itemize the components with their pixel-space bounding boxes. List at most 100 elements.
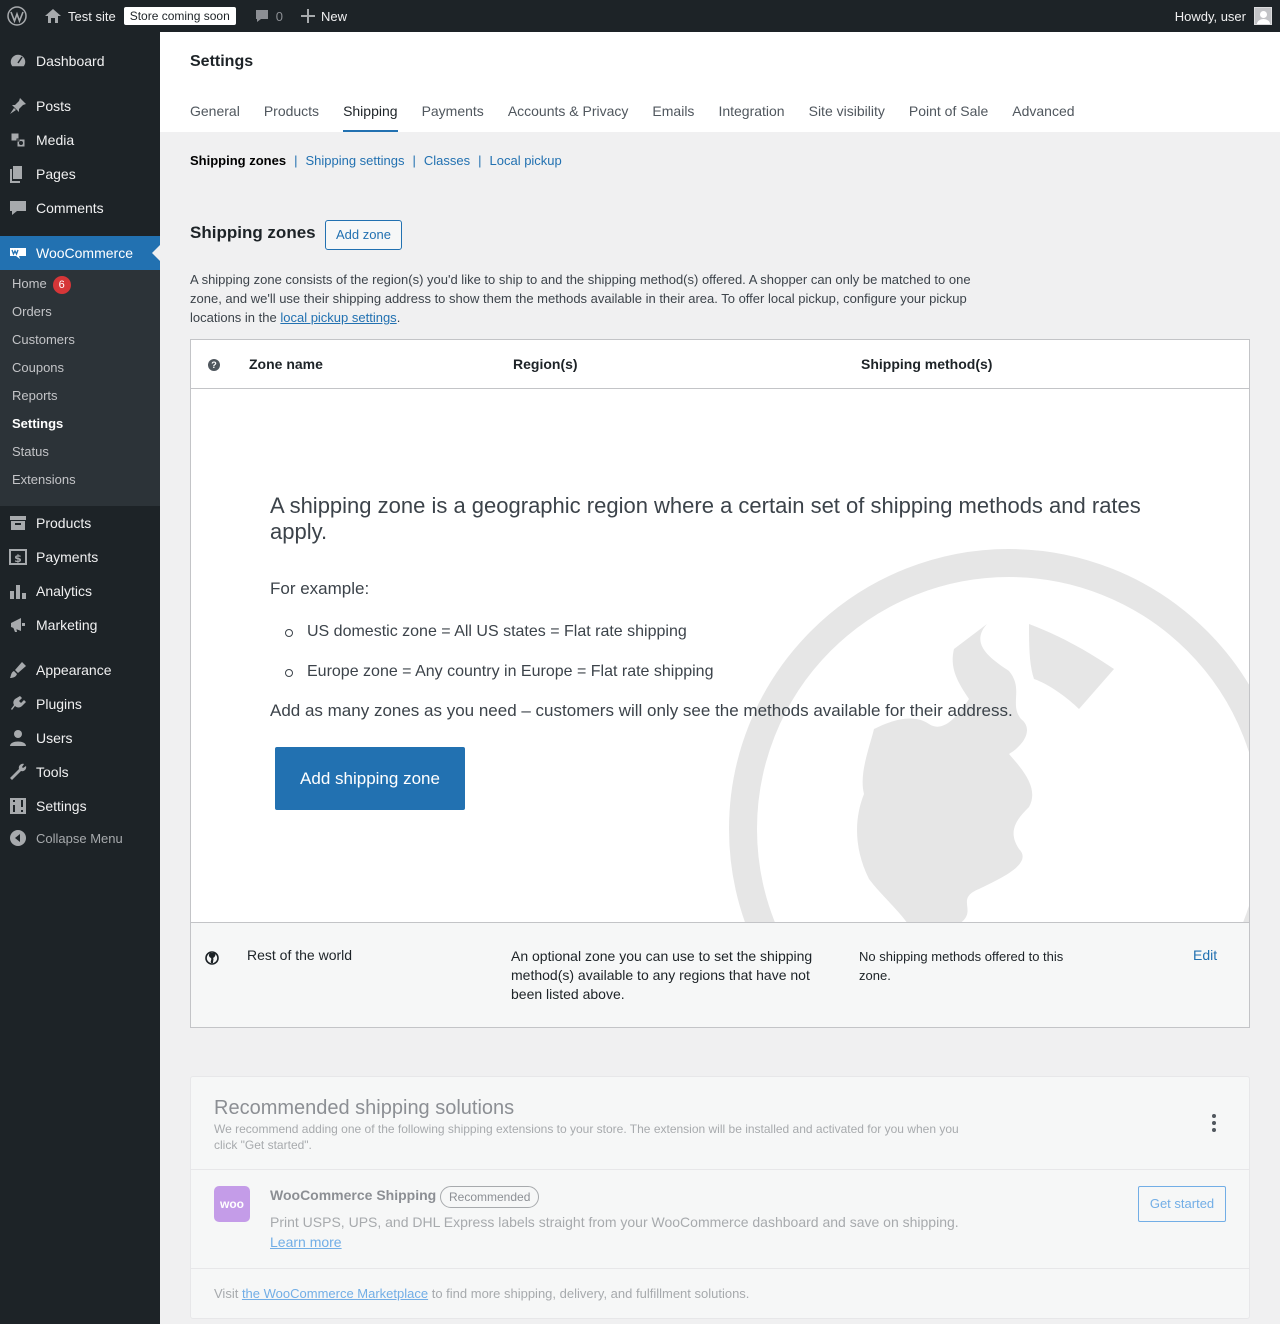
column-regions: Region(s) <box>513 356 578 372</box>
sidebar-item-users[interactable]: Users <box>0 721 160 755</box>
subnav-separator: | <box>294 153 298 168</box>
subnav-separator: | <box>478 153 482 168</box>
home-icon <box>45 9 61 23</box>
zones-description: A shipping zone consists of the region(s… <box>190 272 971 325</box>
zone-name: Rest of the world <box>247 947 353 963</box>
plus-icon <box>300 9 315 23</box>
bar-chart-icon <box>8 581 28 601</box>
admin-bar: Test site Store coming soon 0 New Howdy,… <box>0 0 1280 32</box>
tab-products[interactable]: Products <box>264 102 319 132</box>
tab-payments[interactable]: Payments <box>422 102 484 132</box>
tab-accounts-privacy[interactable]: Accounts & Privacy <box>508 102 629 132</box>
zone-region: An optional zone you can use to set the … <box>511 948 813 1002</box>
pages-icon <box>8 164 28 184</box>
dashboard-icon <box>8 51 28 71</box>
store-status-badge[interactable]: Store coming soon <box>123 7 236 25</box>
sidebar-item-media[interactable]: Media <box>0 123 160 157</box>
site-name: Test site <box>68 8 116 24</box>
shipping-subnav: Shipping zones | Shipping settings | Cla… <box>190 153 562 168</box>
sidebar-item-dashboard[interactable]: Dashboard <box>0 44 160 78</box>
tab-emails[interactable]: Emails <box>652 102 694 132</box>
example-list: US domestic zone = All US states = Flat … <box>270 623 1190 681</box>
media-icon <box>8 130 28 150</box>
tab-shipping[interactable]: Shipping <box>343 102 398 132</box>
sidebar-item-tools[interactable]: Tools <box>0 755 160 789</box>
comments-link[interactable]: 0 <box>244 0 291 32</box>
tab-point-of-sale[interactable]: Point of Sale <box>909 102 988 132</box>
sidebar-item-woocommerce[interactable]: WooCommerce <box>0 236 160 270</box>
dollar-icon: $ <box>8 547 28 567</box>
sidebar-item-comments[interactable]: Comments <box>0 191 160 225</box>
avatar <box>1254 7 1272 25</box>
tab-site-visibility[interactable]: Site visibility <box>809 102 885 132</box>
more-options-icon[interactable] <box>1207 1114 1221 1134</box>
submenu-item-orders[interactable]: Orders <box>12 298 52 326</box>
column-shipping-methods: Shipping method(s) <box>861 356 993 372</box>
comments-count: 0 <box>275 8 283 24</box>
list-item: US domestic zone = All US states = Flat … <box>270 623 1190 641</box>
edit-zone-link[interactable]: Edit <box>1193 947 1217 963</box>
submenu-item-extensions[interactable]: Extensions <box>12 466 76 494</box>
comment-icon <box>8 198 28 218</box>
tab-general[interactable]: General <box>190 102 240 132</box>
wordpress-logo-icon[interactable] <box>0 0 36 32</box>
wrench-icon <box>8 762 28 782</box>
account-menu[interactable]: Howdy, user <box>1167 0 1280 32</box>
submenu-item-settings[interactable]: Settings <box>12 410 63 438</box>
sidebar-item-appearance[interactable]: Appearance <box>0 653 160 687</box>
blank-state-heading: A shipping zone is a geographic region w… <box>270 493 1141 544</box>
local-pickup-settings-link[interactable]: local pickup settings <box>280 310 396 325</box>
submenu-item-status[interactable]: Status <box>12 438 49 466</box>
woo-icon <box>8 243 28 263</box>
recommended-subtitle: We recommend adding one of the following… <box>214 1122 959 1152</box>
recommended-shipping-card: Recommended shipping solutions We recomm… <box>190 1076 1250 1319</box>
blank-state-footer: Add as many zones as you need – customer… <box>270 701 1013 720</box>
new-content-link[interactable]: New <box>291 0 355 32</box>
column-zone-name: Zone name <box>249 356 323 372</box>
globe-small-icon <box>205 951 219 965</box>
zone-methods: No shipping methods offered to this zone… <box>859 949 1064 983</box>
sidebar-item-pages[interactable]: Pages <box>0 157 160 191</box>
admin-sidebar: Dashboard Posts Media Pages Comments Woo… <box>0 32 160 1324</box>
subnav-local-pickup[interactable]: Local pickup <box>490 153 562 168</box>
howdy-text: Howdy, user <box>1174 8 1246 24</box>
tab-advanced[interactable]: Advanced <box>1012 102 1074 132</box>
submenu-item-coupons[interactable]: Coupons <box>12 354 64 382</box>
add-zone-button[interactable]: Add zone <box>325 220 402 250</box>
marketplace-footer: Visit the WooCommerce Marketplace to fin… <box>214 1286 750 1301</box>
woo-logo: woo <box>214 1186 250 1222</box>
sidebar-item-payments[interactable]: $ Payments <box>0 540 160 574</box>
divider <box>191 1268 1249 1269</box>
shipping-zones-table: ? Zone name Region(s) Shipping method(s)… <box>190 339 1250 1028</box>
sidebar-item-marketing[interactable]: Marketing <box>0 608 160 642</box>
get-started-button[interactable]: Get started <box>1138 1186 1226 1222</box>
sidebar-item-plugins[interactable]: Plugins <box>0 687 160 721</box>
blank-state: A shipping zone is a geographic region w… <box>191 389 1249 922</box>
table-row: Rest of the world An optional zone you c… <box>191 922 1249 1027</box>
recommended-title: Recommended shipping solutions <box>214 1097 515 1119</box>
subnav-shipping-zones[interactable]: Shipping zones <box>190 153 286 168</box>
brush-icon <box>8 660 28 680</box>
submenu-item-customers[interactable]: Customers <box>12 326 75 354</box>
site-name-link[interactable]: Test site <box>36 0 124 32</box>
tab-integration[interactable]: Integration <box>718 102 784 132</box>
sliders-icon <box>8 796 28 816</box>
sidebar-item-products[interactable]: Products <box>0 506 160 540</box>
collapse-menu-button[interactable]: Collapse Menu <box>0 821 160 855</box>
sidebar-item-settings[interactable]: Settings <box>0 789 160 823</box>
settings-tabs: General Products Shipping Payments Accou… <box>190 102 1075 132</box>
help-icon[interactable]: ? <box>208 359 220 371</box>
add-shipping-zone-button[interactable]: Add shipping zone <box>275 747 465 810</box>
list-item: Europe zone = Any country in Europe = Fl… <box>270 663 1190 681</box>
divider <box>191 1169 1249 1170</box>
sidebar-item-posts[interactable]: Posts <box>0 89 160 123</box>
sidebar-item-analytics[interactable]: Analytics <box>0 574 160 608</box>
archive-icon <box>8 513 28 533</box>
learn-more-link[interactable]: Learn more <box>270 1234 342 1250</box>
svg-text:$: $ <box>14 552 22 565</box>
submenu-item-home[interactable]: Home 6 <box>12 270 71 298</box>
subnav-shipping-settings[interactable]: Shipping settings <box>305 153 404 168</box>
marketplace-link[interactable]: the WooCommerce Marketplace <box>242 1286 428 1301</box>
submenu-item-reports[interactable]: Reports <box>12 382 58 410</box>
subnav-classes[interactable]: Classes <box>424 153 470 168</box>
